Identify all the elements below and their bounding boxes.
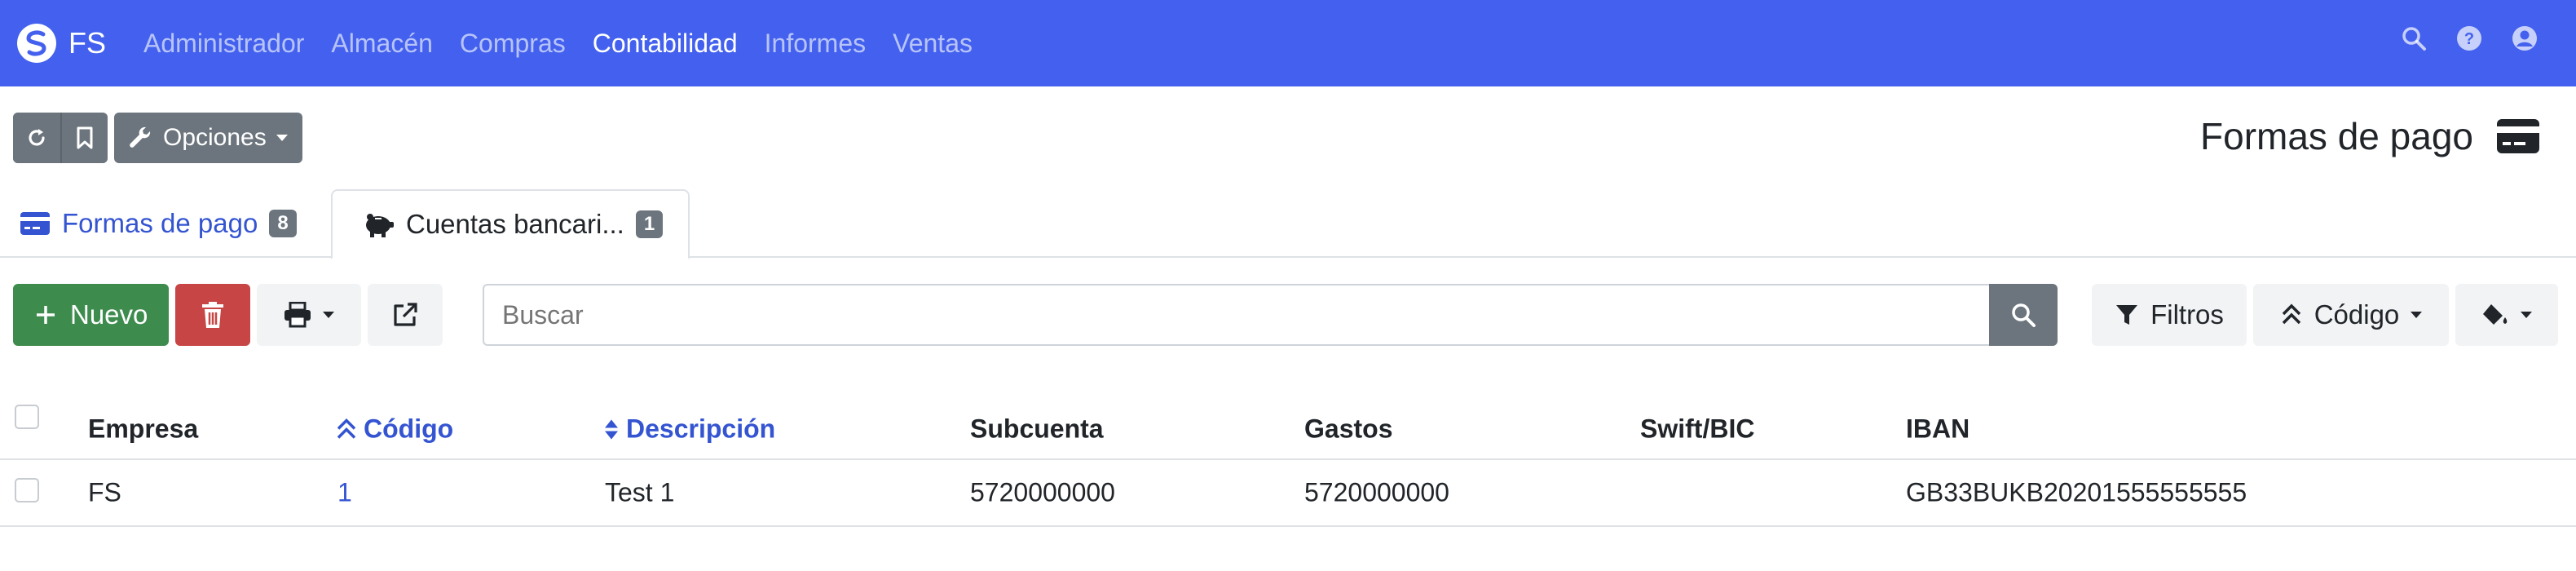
- menu-item-ventas[interactable]: Ventas: [893, 29, 973, 59]
- search-group: [483, 284, 2058, 346]
- search-icon: [2012, 303, 2036, 327]
- column-header-descripcion[interactable]: Descripción: [603, 414, 775, 445]
- caret-down-icon: [2521, 312, 2532, 318]
- order-button[interactable]: Código: [2253, 284, 2449, 346]
- credit-card-icon: [20, 212, 50, 235]
- column-header-swift[interactable]: Swift/BIC: [1640, 414, 1754, 445]
- sort-up-icon: [2282, 303, 2300, 325]
- page-title: Formas de pago: [2200, 115, 2473, 157]
- table-row[interactable]: FS 1 Test 1 5720000000 5720000000 GB33BU…: [0, 460, 2576, 527]
- trash-icon: [202, 302, 224, 328]
- piggy-bank-icon: [366, 214, 394, 237]
- menu-item-administrador[interactable]: Administrador: [143, 29, 304, 59]
- menu-item-informes[interactable]: Informes: [765, 29, 866, 59]
- cell-gastos: 5720000000: [1304, 477, 1449, 507]
- print-button[interactable]: [257, 284, 362, 346]
- filter-icon: [2116, 305, 2138, 325]
- search-button[interactable]: [1989, 284, 2058, 346]
- reload-button[interactable]: [13, 113, 60, 163]
- menu-item-almacen[interactable]: Almacén: [331, 29, 433, 59]
- external-link-icon: [394, 303, 417, 326]
- help-icon[interactable]: ?: [2455, 24, 2483, 52]
- brand[interactable]: FS: [16, 23, 106, 64]
- tab-label: Formas de pago: [62, 208, 258, 238]
- cell-subcuenta: 5720000000: [970, 477, 1115, 507]
- column-header-codigo[interactable]: Código: [336, 414, 453, 445]
- list-options: Filtros Código: [2092, 284, 2558, 346]
- caret-down-icon: [2411, 312, 2423, 318]
- page-header: Formas de pago: [2200, 114, 2540, 158]
- facturascripts-logo-icon: [17, 24, 56, 63]
- main-menu: Administrador Almacén Compras Contabilid…: [143, 29, 999, 59]
- sort-icon: [605, 419, 618, 439]
- svg-text:?: ?: [2464, 30, 2474, 48]
- table-header: Empresa Código Descripción Subcuenta Gas…: [0, 392, 2576, 460]
- new-label: Nuevo: [70, 299, 148, 330]
- plus-icon: [37, 306, 55, 324]
- bookmark-icon: [77, 126, 93, 149]
- menu-item-contabilidad[interactable]: Contabilidad: [593, 29, 738, 59]
- print-icon: [285, 302, 311, 328]
- paint-bucket-icon: [2483, 304, 2508, 325]
- select-all-checkbox[interactable]: [15, 405, 39, 429]
- menu-item-compras[interactable]: Compras: [460, 29, 566, 59]
- search-input[interactable]: [483, 284, 1989, 346]
- user-icon[interactable]: [2511, 24, 2539, 52]
- caret-down-icon: [276, 135, 288, 141]
- cell-empresa: FS: [88, 477, 121, 507]
- column-header-gastos[interactable]: Gastos: [1304, 414, 1392, 445]
- credit-card-icon: [2497, 119, 2539, 153]
- bookmark-button[interactable]: [60, 113, 108, 163]
- reload-icon: [29, 129, 45, 146]
- sort-up-icon: [337, 418, 356, 439]
- color-legend-button[interactable]: [2455, 284, 2558, 346]
- cell-codigo-link[interactable]: 1: [337, 478, 352, 508]
- new-button[interactable]: Nuevo: [13, 284, 170, 346]
- filters-button[interactable]: Filtros: [2092, 284, 2247, 346]
- options-button[interactable]: Opciones: [114, 113, 302, 163]
- count-badge: 1: [635, 210, 664, 238]
- reload-bookmark-group: [13, 113, 108, 163]
- search-icon[interactable]: [2400, 24, 2428, 52]
- delete-button[interactable]: [175, 284, 251, 346]
- data-table: Empresa Código Descripción Subcuenta Gas…: [0, 392, 2576, 527]
- caret-down-icon: [323, 312, 335, 318]
- wrench-icon: [130, 126, 151, 148]
- cell-iban: GB33BUKB20201555555555: [1906, 477, 2247, 507]
- brand-name: FS: [68, 26, 107, 60]
- column-header-label: Código: [364, 414, 454, 444]
- column-header-iban[interactable]: IBAN: [1906, 414, 1969, 445]
- navbar-right-icons: ?: [2400, 24, 2539, 52]
- column-header-subcuenta[interactable]: Subcuenta: [970, 414, 1104, 445]
- count-badge: 8: [269, 210, 297, 237]
- export-button[interactable]: [368, 284, 443, 346]
- row-checkbox[interactable]: [15, 478, 39, 502]
- filters-label: Filtros: [2150, 299, 2224, 330]
- order-label: Código: [2314, 299, 2400, 330]
- column-header-label: Descripción: [626, 414, 776, 444]
- list-actions: Nuevo: [13, 284, 443, 346]
- tab-formas-de-pago[interactable]: Formas de pago 8: [20, 189, 297, 258]
- top-navbar: FS Administrador Almacén Compras Contabi…: [0, 0, 2576, 86]
- tab-cuentas-bancarias[interactable]: Cuentas bancari... 1: [331, 189, 690, 259]
- options-label: Opciones: [163, 124, 267, 151]
- tab-label: Cuentas bancari...: [406, 209, 624, 239]
- column-header-empresa[interactable]: Empresa: [88, 414, 198, 445]
- cell-descripcion: Test 1: [605, 477, 675, 507]
- page-toolbar: Opciones: [13, 113, 302, 163]
- view-tabs: Formas de pago 8 Cuentas bancari... 1: [0, 189, 2576, 259]
